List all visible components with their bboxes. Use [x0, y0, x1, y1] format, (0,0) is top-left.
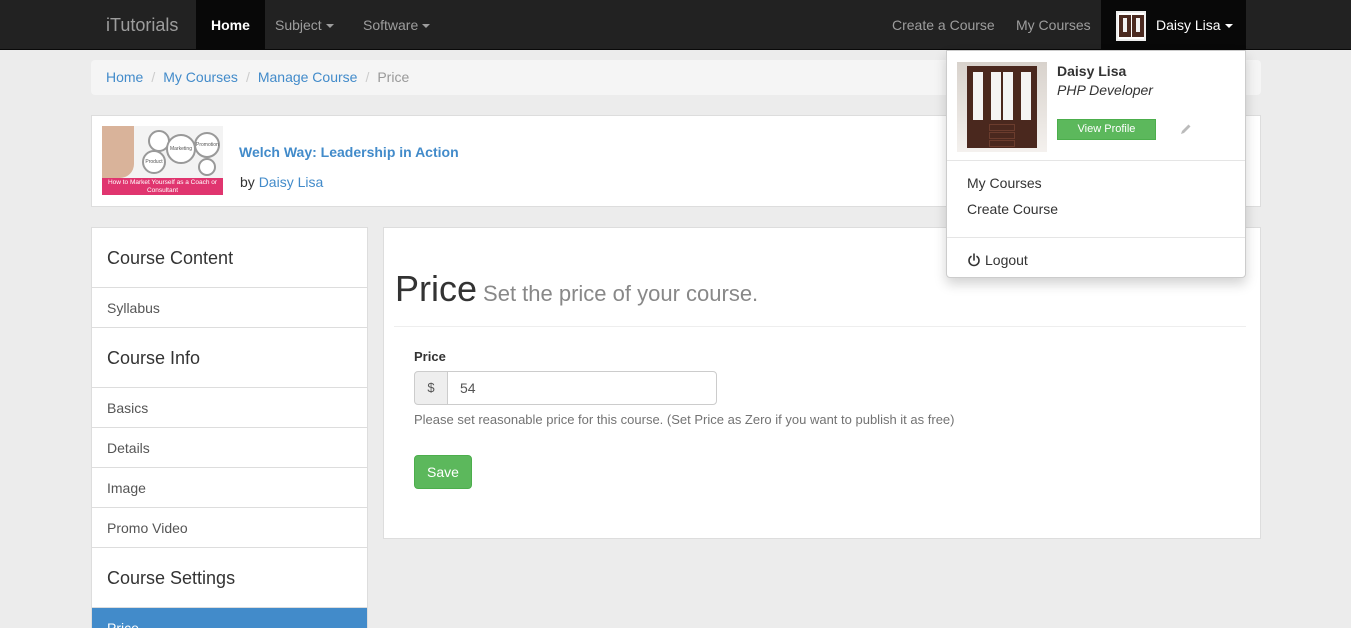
power-icon [968, 253, 980, 267]
caret-down-icon [422, 24, 431, 29]
breadcrumb-separator: / [151, 69, 156, 85]
user-dropdown-menu: Daisy Lisa PHP Developer View Profile My… [946, 50, 1246, 278]
thumbnail-person [102, 126, 134, 178]
sidebar-item-syllabus[interactable]: Syllabus [92, 288, 367, 328]
thumbnail-gear-label: Product [145, 159, 163, 165]
user-menu-toggle[interactable]: Daisy Lisa [1101, 0, 1246, 50]
sidebar-item-price[interactable]: Price [92, 608, 367, 628]
breadcrumb-manage-course[interactable]: Manage Course [258, 69, 358, 85]
page-subtitle: Set the price of your course. [483, 281, 759, 306]
nav-subject-label: Subject [275, 17, 322, 33]
price-input-group: $ [414, 371, 717, 405]
top-navbar: iTutorials Home Subject Software Create … [0, 0, 1351, 50]
logout-label: Logout [985, 252, 1028, 268]
avatar [1116, 11, 1146, 41]
nav-my-courses[interactable]: My Courses [1001, 0, 1106, 50]
gear-icon: Product [142, 150, 166, 174]
caret-down-icon [325, 24, 334, 29]
price-label: Price [414, 349, 446, 364]
course-title[interactable]: Welch Way: Leadership in Action [239, 144, 459, 160]
divider [394, 326, 1246, 327]
thumbnail-gear-label: Promotion [196, 142, 219, 148]
breadcrumb-separator: / [365, 69, 370, 85]
wardrobe-image [967, 66, 1037, 148]
sidebar-item-details[interactable]: Details [92, 428, 367, 468]
thumbnail-banner: How to Market Yourself as a Coach or Con… [102, 178, 223, 195]
save-button[interactable]: Save [414, 455, 472, 489]
caret-down-icon [1224, 24, 1233, 29]
pencil-icon[interactable] [1179, 122, 1193, 136]
dropdown-logout[interactable]: Logout [967, 252, 1028, 268]
dropdown-my-courses[interactable]: My Courses [967, 175, 1042, 191]
nav-create-course[interactable]: Create a Course [877, 0, 1010, 50]
sidebar-item-basics[interactable]: Basics [92, 388, 367, 428]
gear-icon [198, 158, 216, 176]
breadcrumb-separator: / [245, 69, 250, 85]
breadcrumb-current: Price [377, 69, 410, 85]
nav-home[interactable]: Home [196, 0, 265, 50]
profile-photo [957, 62, 1047, 152]
breadcrumb-home[interactable]: Home [106, 69, 143, 85]
dropdown-divider [947, 237, 1245, 238]
gear-icon: Marketing [166, 134, 196, 164]
dropdown-user-name: Daisy Lisa [1057, 63, 1127, 79]
nav-software-dropdown[interactable]: Software [348, 0, 445, 50]
sidebar-heading-course-info: Course Info [92, 328, 367, 388]
view-profile-button[interactable]: View Profile [1057, 119, 1156, 140]
page-title: Price Set the price of your course. [395, 268, 758, 310]
course-author-link[interactable]: Daisy Lisa [259, 174, 324, 190]
gear-icon: Promotion [194, 132, 220, 158]
breadcrumb-my-courses[interactable]: My Courses [163, 69, 238, 85]
page-title-text: Price [395, 268, 478, 309]
thumbnail-gear-label: Marketing [170, 146, 192, 152]
course-thumbnail[interactable]: Marketing Product Promotion How to Marke… [102, 126, 223, 195]
price-input[interactable] [447, 371, 717, 405]
sidebar-item-promo-video[interactable]: Promo Video [92, 508, 367, 548]
nav-subject-dropdown[interactable]: Subject [260, 0, 349, 50]
course-sidebar: Course Content Syllabus Course Info Basi… [91, 227, 368, 628]
course-by-label: by [240, 174, 255, 190]
sidebar-heading-course-content: Course Content [92, 228, 367, 288]
price-help-text: Please set reasonable price for this cou… [414, 412, 955, 427]
brand-logo[interactable]: iTutorials [106, 15, 178, 36]
sidebar-item-image[interactable]: Image [92, 468, 367, 508]
course-author-line: by Daisy Lisa [240, 174, 323, 190]
dropdown-divider [947, 160, 1245, 161]
user-name-text: Daisy Lisa [1156, 17, 1221, 33]
user-menu-name: Daisy Lisa [1156, 0, 1233, 50]
dropdown-create-course[interactable]: Create Course [967, 201, 1058, 217]
dropdown-user-role: PHP Developer [1057, 82, 1153, 98]
sidebar-heading-course-settings: Course Settings [92, 548, 367, 608]
nav-software-label: Software [363, 17, 419, 33]
currency-addon: $ [414, 371, 448, 405]
